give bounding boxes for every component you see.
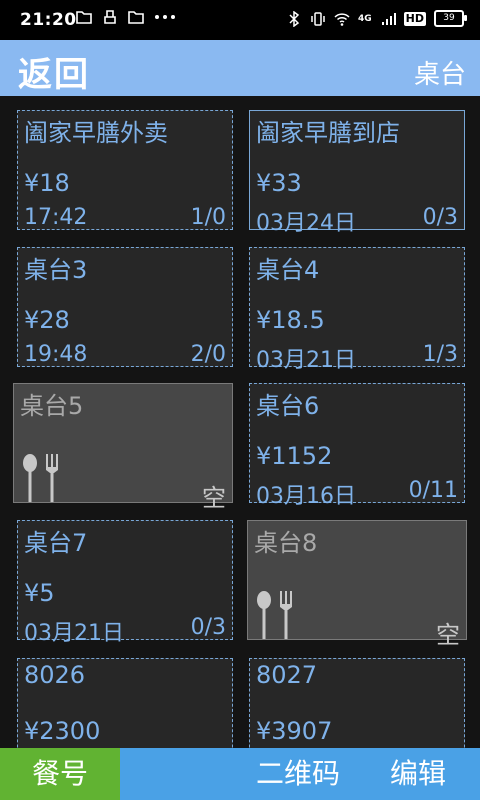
status-time: 21:20 [20, 10, 77, 30]
table-card[interactable]: 桌台3 ¥28 19:48 2/0 [17, 247, 233, 367]
more-dots-icon [155, 15, 175, 19]
empty-label: 空 [202, 484, 226, 512]
table-name: 8026 [24, 661, 86, 689]
qr-code-button[interactable]: 二维码 [256, 748, 340, 800]
table-price: ¥2300 [24, 717, 101, 745]
table-time: 03月21日 [256, 348, 356, 373]
table-count: 0/3 [422, 205, 458, 230]
bluetooth-icon [289, 10, 300, 27]
table-card[interactable]: 桌台6 ¥1152 03月16日 0/11 [249, 383, 465, 509]
bottom-bar: 餐号 二维码 编辑 [0, 748, 480, 800]
table-card[interactable]: 桌台4 ¥18.5 03月21日 1/3 [249, 247, 465, 373]
table-price: ¥18.5 [256, 306, 325, 334]
table-name: 桌台3 [24, 256, 88, 284]
table-count: 2/0 [190, 342, 226, 367]
table-price: ¥5 [24, 579, 55, 607]
table-card[interactable]: 8027 ¥3907 [249, 658, 465, 748]
meal-number-button[interactable]: 餐号 [0, 748, 120, 800]
cutlery-icon [23, 454, 58, 502]
table-time: 19:48 [24, 342, 88, 367]
table-count: 0/11 [408, 478, 458, 503]
empty-label: 空 [436, 621, 460, 649]
edit-button[interactable]: 编辑 [390, 748, 446, 800]
system-icons: 4G HD 39 [286, 10, 467, 27]
table-time: 03月16日 [256, 484, 356, 509]
table-time: 03月21日 [24, 621, 124, 646]
back-button[interactable]: 返回 [18, 47, 90, 96]
table-price: ¥1152 [256, 442, 333, 470]
table-price: ¥28 [24, 306, 70, 334]
table-card[interactable]: 桌台7 ¥5 03月21日 0/3 [17, 520, 233, 646]
folder-icon [128, 11, 144, 24]
table-card-empty[interactable]: 桌台8 空 [247, 520, 467, 649]
table-price: ¥3907 [256, 717, 333, 745]
table-card[interactable]: 阖家早膳外卖 ¥18 17:42 1/0 [17, 110, 233, 230]
table-name: 桌台4 [256, 256, 320, 284]
usb-icon [104, 10, 116, 24]
app-header: 返回 桌台 [0, 40, 480, 96]
folder-icon [76, 11, 92, 24]
cutlery-icon [257, 591, 292, 639]
notification-icons [76, 9, 176, 25]
table-time: 03月24日 [256, 211, 356, 236]
table-price: ¥33 [256, 169, 302, 197]
table-name: 桌台6 [256, 392, 320, 420]
table-card-empty[interactable]: 桌台5 空 [13, 383, 233, 512]
page-title: 桌台 [413, 60, 466, 90]
table-name: 阖家早膳到店 [256, 119, 400, 147]
hd-badge: HD [403, 11, 426, 26]
table-name: 桌台5 [20, 392, 84, 420]
table-name: 桌台7 [24, 529, 88, 557]
table-card[interactable]: 阖家早膳到店 ¥33 03月24日 0/3 [249, 110, 465, 236]
status-bar: 21:20 4G HD 39 [0, 0, 480, 40]
table-count: 1/0 [190, 205, 226, 230]
battery-icon: 39 [434, 10, 467, 27]
table-name: 阖家早膳外卖 [24, 119, 168, 147]
table-card[interactable]: 8026 ¥2300 [17, 658, 233, 748]
table-count: 0/3 [190, 615, 226, 640]
wifi-icon [334, 12, 350, 26]
network-type: 4G [358, 13, 372, 24]
signal-icon [381, 12, 396, 25]
table-grid: 阖家早膳外卖 ¥18 17:42 1/0 阖家早膳到店 ¥33 03月24日 0… [0, 96, 480, 748]
table-price: ¥18 [24, 169, 70, 197]
table-name: 8027 [256, 661, 318, 689]
table-time: 17:42 [24, 205, 88, 230]
vibrate-icon [311, 11, 325, 26]
table-name: 桌台8 [254, 529, 318, 557]
table-count: 1/3 [422, 342, 458, 367]
